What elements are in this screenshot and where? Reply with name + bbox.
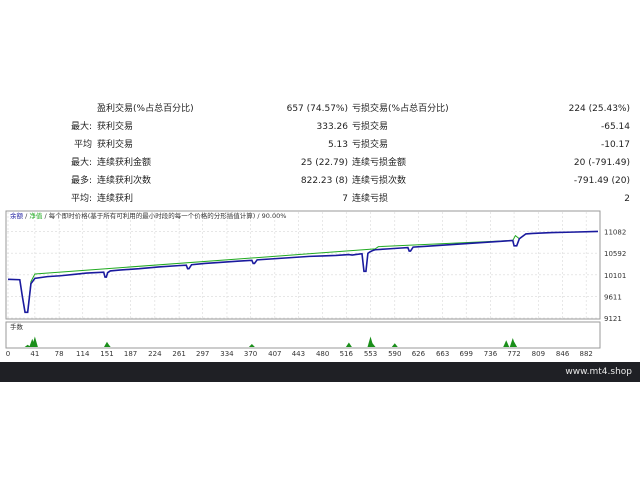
x-tick-label: 516 xyxy=(340,350,354,358)
chart-svg: 11082 10592 10101 9611 9121 0 41 78 114 151 187 22… xyxy=(5,210,626,358)
x-tick-label: 114 xyxy=(76,350,90,358)
x-tick-label: 261 xyxy=(172,350,185,358)
stat-label: 连续亏损 xyxy=(352,194,389,204)
stat-value: 7 xyxy=(342,194,348,204)
stat-value: -10.17 xyxy=(600,140,630,150)
x-tick-label: 0 xyxy=(6,350,10,358)
x-tick-label: 297 xyxy=(196,350,209,358)
x-tick-label: 480 xyxy=(316,350,329,358)
x-tick-label: 407 xyxy=(268,350,281,358)
stat-value: 25 (22.79) xyxy=(300,158,348,168)
x-tick-label: 809 xyxy=(532,350,545,358)
footer-bar: www.mt4.shop xyxy=(0,362,640,382)
stat-value: 657 (74.57%) xyxy=(286,104,348,114)
stat-label: 连续亏损次数 xyxy=(352,176,407,186)
stat-prefix: 最大: xyxy=(70,158,92,168)
y-tick-label: 10101 xyxy=(604,272,626,280)
x-tick-label: 736 xyxy=(484,350,498,358)
stats-row: 盈利交易(%占总百分比) 657 (74.57%) 亏损交易(%占总百分比) 224 … xyxy=(0,100,640,118)
y-tick-label: 10592 xyxy=(604,250,626,258)
stat-value: -65.14 xyxy=(600,122,630,132)
stat-label: 亏损交易 xyxy=(352,140,389,150)
legend-separator: / xyxy=(25,212,28,220)
x-tick-label: 334 xyxy=(220,350,234,358)
stat-label: 盈利交易(%占总百分比) xyxy=(97,104,194,114)
x-tick-label: 882 xyxy=(580,350,593,358)
legend-separator: / xyxy=(44,212,47,220)
x-tick-label: 78 xyxy=(55,350,64,358)
statistics-table: 盈利交易(%占总百分比) 657 (74.57%) 亏损交易(%占总百分比) 224 … xyxy=(0,100,640,208)
volume-label: 手数 xyxy=(10,322,24,331)
stat-value: 2 xyxy=(624,194,630,204)
stat-label: 连续亏损金额 xyxy=(352,158,407,168)
brand-watermark: www.mt4.shop xyxy=(565,367,632,377)
stat-value: 224 (25.43%) xyxy=(568,104,630,114)
stats-row: 最多: 连续获利次数 822.23 (8) 连续亏损次数 -791.49 (20) xyxy=(0,172,640,190)
stat-prefix: 平均: xyxy=(70,194,92,204)
stat-prefix: 平均 xyxy=(73,140,92,150)
legend-balance: 余额 xyxy=(10,211,24,220)
x-tick-label: 626 xyxy=(412,350,426,358)
stat-label: 亏损交易 xyxy=(352,122,389,132)
main-plot-frame xyxy=(5,210,601,320)
stat-label: 连续获利金额 xyxy=(97,158,152,168)
x-tick-label: 846 xyxy=(556,350,570,358)
stats-row: 平均 获利交易 5.13 亏损交易 -10.17 xyxy=(0,136,640,154)
x-tick-label: 772 xyxy=(507,350,520,358)
stat-value: 822.23 (8) xyxy=(300,176,348,186)
stat-value: 5.13 xyxy=(327,140,348,150)
y-tick-label: 9611 xyxy=(604,293,622,301)
x-tick-label: 590 xyxy=(388,350,401,358)
y-tick-label: 11082 xyxy=(604,229,626,237)
legend-description: 每个即时价格(基于所有可利用的最小时段的每一个价格的分形插值计算) xyxy=(49,211,256,220)
x-tick-label: 553 xyxy=(364,350,377,358)
legend-equity: 净值 xyxy=(29,211,43,220)
x-tick-label: 41 xyxy=(30,350,39,358)
stat-value: -791.49 (20) xyxy=(573,176,630,186)
stat-prefix: 最大: xyxy=(70,122,92,132)
stat-prefix: 最多: xyxy=(70,176,92,186)
stat-label: 连续获利次数 xyxy=(97,176,152,186)
stats-row: 最大: 获利交易 333.26 亏损交易 -65.14 xyxy=(0,118,640,136)
x-tick-label: 663 xyxy=(436,350,449,358)
stat-value: 333.26 xyxy=(316,122,349,132)
x-tick-label: 187 xyxy=(124,350,137,358)
stat-label: 连续获利 xyxy=(97,194,134,204)
x-tick-label: 699 xyxy=(460,350,473,358)
stats-row: 平均: 连续获利 7 连续亏损 2 xyxy=(0,190,640,208)
balance-chart: 11082 10592 10101 9611 9121 0 41 78 114 151 187 22… xyxy=(0,208,640,360)
legend-separator: / xyxy=(257,212,260,220)
y-tick-label: 9121 xyxy=(604,315,622,323)
x-tick-label: 370 xyxy=(244,350,257,358)
chart-legend: 余额 / 净值 / 每个即时价格(基于所有可利用的最小时段的每一个价格的分形插值… xyxy=(10,211,286,220)
x-tick-label: 151 xyxy=(100,350,113,358)
stat-label: 获利交易 xyxy=(97,140,134,150)
x-tick-label: 443 xyxy=(292,350,305,358)
stats-row: 最大: 连续获利金额 25 (22.79) 连续亏损金额 20 (-791.49) xyxy=(0,154,640,172)
legend-quality: 90.00% xyxy=(262,212,287,220)
stat-label: 亏损交易(%占总百分比) xyxy=(352,104,449,114)
stat-label: 获利交易 xyxy=(97,122,134,132)
x-tick-label: 224 xyxy=(148,350,162,358)
stat-value: 20 (-791.49) xyxy=(573,158,630,168)
